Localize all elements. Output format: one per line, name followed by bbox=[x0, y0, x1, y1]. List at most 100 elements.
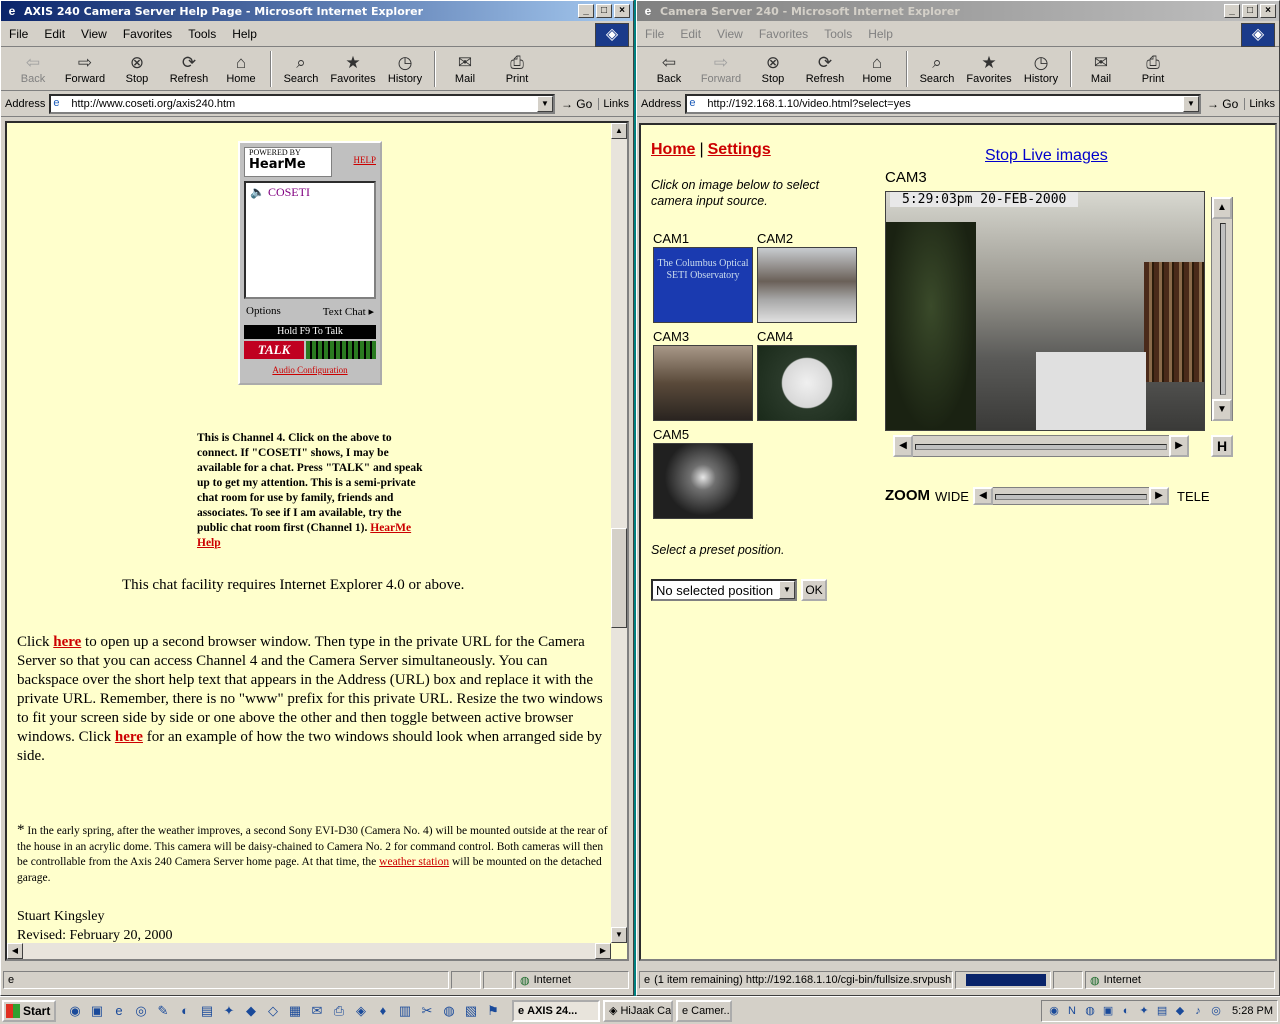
live-camera-image[interactable]: 5:29:03pm 20-FEB-2000 bbox=[885, 191, 1205, 431]
quicklaunch-icon[interactable]: ✂ bbox=[418, 1002, 436, 1020]
start-button[interactable]: Start bbox=[2, 999, 56, 1022]
pan-right-icon[interactable]: ▶ bbox=[1169, 435, 1189, 457]
maximize-button[interactable]: □ bbox=[596, 4, 612, 18]
home-button[interactable]: ⌂ Home bbox=[215, 53, 267, 85]
tray-icon[interactable]: ◉ bbox=[1046, 1003, 1062, 1019]
close-button[interactable]: × bbox=[1260, 4, 1276, 18]
tray-icon[interactable]: ◎ bbox=[1208, 1003, 1224, 1019]
minimize-button[interactable]: _ bbox=[1224, 4, 1240, 18]
quicklaunch-icon[interactable]: ◈ bbox=[352, 1002, 370, 1020]
tray-icon[interactable]: ◐ bbox=[1118, 1003, 1134, 1019]
quicklaunch-icon[interactable]: ⚑ bbox=[484, 1002, 502, 1020]
list-item[interactable]: 🔈 COSETI bbox=[246, 183, 374, 202]
quicklaunch-icon[interactable]: ⎙ bbox=[330, 1002, 348, 1020]
ok-button[interactable]: OK bbox=[801, 579, 827, 601]
quicklaunch-icon[interactable]: ✦ bbox=[220, 1002, 238, 1020]
zoom-tele-icon[interactable]: ▶ bbox=[1149, 487, 1169, 505]
search-button[interactable]: ⌕ Search bbox=[911, 53, 963, 85]
scroll-down-icon[interactable]: ▼ bbox=[611, 927, 627, 943]
title-bar[interactable]: e AXIS 240 Camera Server Help Page - Mic… bbox=[1, 1, 633, 21]
vertical-scrollbar[interactable]: ▲ ▼ bbox=[611, 123, 627, 943]
settings-link[interactable]: Settings bbox=[708, 141, 771, 158]
menu-file[interactable]: File bbox=[1, 27, 36, 41]
tray-icon[interactable]: ♪ bbox=[1190, 1003, 1206, 1019]
zoom-track[interactable] bbox=[993, 487, 1149, 505]
hearme-help-link[interactable]: HELP bbox=[354, 155, 377, 165]
back-button[interactable]: ⇦ Back bbox=[643, 53, 695, 85]
stop-button[interactable]: ⊗ Stop bbox=[111, 53, 163, 85]
menu-tools[interactable]: Tools bbox=[816, 27, 860, 41]
menu-view[interactable]: View bbox=[709, 27, 751, 41]
cam4-image[interactable] bbox=[757, 345, 857, 421]
scroll-up-icon[interactable]: ▲ bbox=[611, 123, 627, 139]
camera-thumbnail-cam1[interactable]: CAM1 The Columbus Optical SETI Observato… bbox=[653, 231, 753, 323]
pan-slider[interactable]: ◀ ▶ bbox=[893, 435, 1189, 457]
search-button[interactable]: ⌕ Search bbox=[275, 53, 327, 85]
tray-icon[interactable]: ◍ bbox=[1082, 1003, 1098, 1019]
quicklaunch-icon[interactable]: ▤ bbox=[198, 1002, 216, 1020]
tray-icon[interactable]: ▣ bbox=[1100, 1003, 1116, 1019]
zoom-wide-icon[interactable]: ◀ bbox=[973, 487, 993, 505]
quicklaunch-icon[interactable]: ✉ bbox=[308, 1002, 326, 1020]
pan-track[interactable] bbox=[913, 435, 1169, 457]
quicklaunch-icon[interactable]: e bbox=[110, 1002, 128, 1020]
chevron-down-icon[interactable]: ▼ bbox=[779, 581, 795, 599]
menu-help[interactable]: Help bbox=[860, 27, 901, 41]
back-button[interactable]: ⇦ Back bbox=[7, 53, 59, 85]
tilt-down-icon[interactable]: ▼ bbox=[1212, 399, 1232, 421]
menu-tools[interactable]: Tools bbox=[180, 27, 224, 41]
home-button[interactable]: ⌂ Home bbox=[851, 53, 903, 85]
chat-room-list[interactable]: 🔈 COSETI bbox=[244, 181, 376, 299]
tray-icon[interactable]: ▤ bbox=[1154, 1003, 1170, 1019]
scroll-left-icon[interactable]: ◀ bbox=[7, 943, 23, 959]
quicklaunch-icon[interactable]: ▣ bbox=[88, 1002, 106, 1020]
maximize-button[interactable]: □ bbox=[1242, 4, 1258, 18]
close-button[interactable]: × bbox=[614, 4, 630, 18]
forward-button[interactable]: ⇨ Forward bbox=[59, 53, 111, 85]
menu-edit[interactable]: Edit bbox=[672, 27, 709, 41]
quicklaunch-icon[interactable]: ◉ bbox=[66, 1002, 84, 1020]
weather-station-link[interactable]: weather station bbox=[379, 856, 449, 868]
menu-favorites[interactable]: Favorites bbox=[115, 27, 180, 41]
history-button[interactable]: ◷ History bbox=[379, 53, 431, 85]
chevron-down-icon[interactable]: ▼ bbox=[536, 95, 553, 112]
title-bar[interactable]: e Camera Server 240 - Microsoft Internet… bbox=[637, 1, 1279, 21]
cam2-image[interactable] bbox=[757, 247, 857, 323]
quicklaunch-icon[interactable]: ▧ bbox=[462, 1002, 480, 1020]
here-link-1[interactable]: here bbox=[53, 634, 81, 650]
menu-file[interactable]: File bbox=[637, 27, 672, 41]
favorites-button[interactable]: ★ Favorites bbox=[963, 53, 1015, 85]
address-input[interactable]: e http://192.168.1.10/video.html?select=… bbox=[685, 93, 1201, 114]
tilt-up-icon[interactable]: ▲ bbox=[1212, 197, 1232, 219]
refresh-button[interactable]: ⟳ Refresh bbox=[163, 53, 215, 85]
menu-help[interactable]: Help bbox=[224, 27, 265, 41]
menu-favorites[interactable]: Favorites bbox=[751, 27, 816, 41]
camera-thumbnail-cam3[interactable]: CAM3 bbox=[653, 329, 753, 421]
favorites-button[interactable]: ★ Favorites bbox=[327, 53, 379, 85]
preset-position-select[interactable]: No selected position ▼ bbox=[651, 579, 797, 601]
here-link-2[interactable]: here bbox=[115, 729, 143, 745]
address-input[interactable]: e http://www.coseti.org/axis240.htm ▼ bbox=[49, 93, 555, 114]
minimize-button[interactable]: _ bbox=[578, 4, 594, 18]
text-chat-button[interactable]: Text Chat ▸ bbox=[323, 305, 374, 318]
pan-left-icon[interactable]: ◀ bbox=[893, 435, 913, 457]
quicklaunch-icon[interactable]: ✎ bbox=[154, 1002, 172, 1020]
cam1-image[interactable]: The Columbus Optical SETI Observatory bbox=[653, 247, 753, 323]
talk-button[interactable]: TALK bbox=[244, 341, 304, 359]
quicklaunch-icon[interactable]: ♦ bbox=[374, 1002, 392, 1020]
task-camera-server[interactable]: e Camer... bbox=[676, 999, 732, 1022]
tilt-track[interactable] bbox=[1220, 223, 1226, 395]
go-button[interactable]: → Go bbox=[561, 97, 592, 111]
task-axis-240[interactable]: e AXIS 24... bbox=[512, 999, 600, 1022]
cam3-image[interactable] bbox=[653, 345, 753, 421]
menu-edit[interactable]: Edit bbox=[36, 27, 73, 41]
camera-thumbnail-cam2[interactable]: CAM2 bbox=[757, 231, 857, 323]
stop-live-images-link[interactable]: Stop Live images bbox=[985, 147, 1108, 165]
mail-button[interactable]: ✉ Mail bbox=[1075, 53, 1127, 85]
stop-button[interactable]: ⊗ Stop bbox=[747, 53, 799, 85]
chevron-down-icon[interactable]: ▼ bbox=[1182, 95, 1199, 112]
links-button[interactable]: Links bbox=[598, 97, 629, 110]
home-link[interactable]: Home bbox=[651, 141, 695, 158]
home-position-button[interactable]: H bbox=[1211, 435, 1233, 457]
refresh-button[interactable]: ⟳ Refresh bbox=[799, 53, 851, 85]
